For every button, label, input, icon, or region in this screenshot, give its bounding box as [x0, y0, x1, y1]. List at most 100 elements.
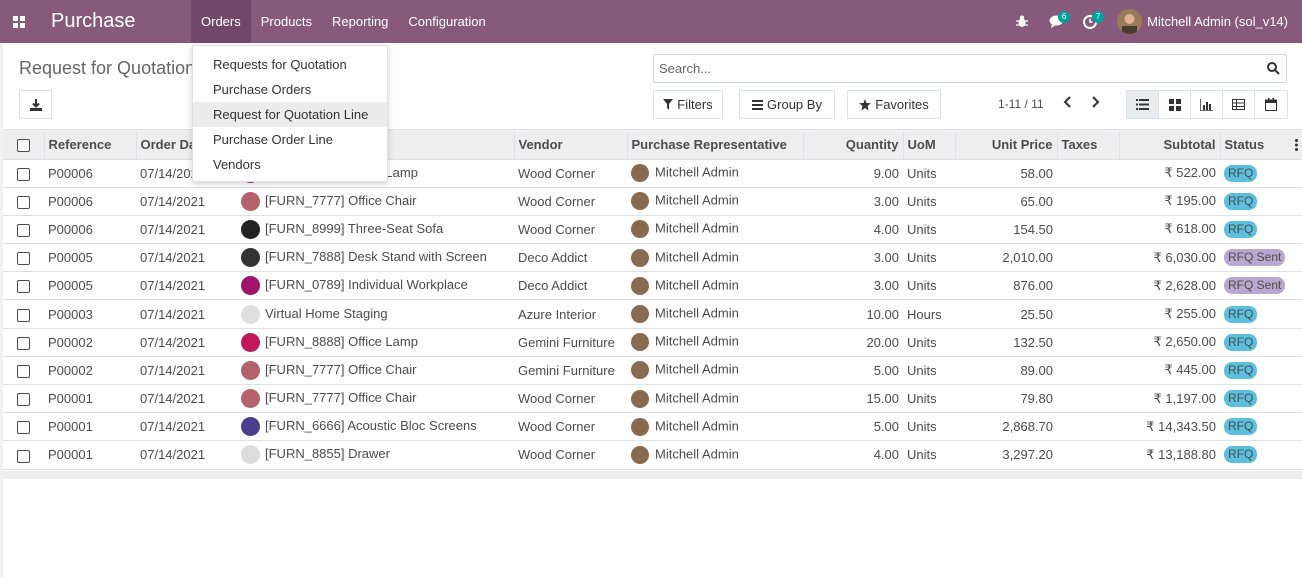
- row-checkbox[interactable]: [17, 336, 30, 350]
- subtotal-cell: ₹ 13,188.80: [1119, 440, 1220, 470]
- column-header-quantity[interactable]: Quantity: [803, 131, 904, 160]
- table-row[interactable]: P00006 07/14/2021 [FURN_7777] Office Chair…: [3, 187, 1302, 216]
- dropdown-item-rfq-line[interactable]: Request for Quotation Line: [193, 102, 387, 127]
- row-checkbox[interactable]: [17, 393, 30, 407]
- row-checkbox[interactable]: [17, 224, 30, 237]
- user-menu[interactable]: Mitchell Admin (sol_v14): [1107, 0, 1302, 43]
- calendar-icon: [1265, 98, 1277, 111]
- dropdown-item-requests-for-quotation[interactable]: Requests for Quotation: [193, 52, 387, 77]
- column-header-uom[interactable]: UoM: [903, 131, 956, 160]
- column-header-vendor[interactable]: Vendor: [514, 131, 628, 160]
- row-checkbox[interactable]: [17, 167, 30, 181]
- product-name: [FURN_0789] Individual Workplace: [265, 277, 468, 293]
- debug-bug-icon[interactable]: [1005, 0, 1039, 43]
- pager-next-icon[interactable]: [1090, 95, 1100, 109]
- menu-reporting[interactable]: Reporting: [322, 0, 398, 43]
- row-checkbox[interactable]: [17, 364, 30, 378]
- row-checkbox[interactable]: [17, 421, 30, 435]
- vendor-cell: Gemini Furniture: [514, 328, 627, 357]
- row-select-cell[interactable]: [3, 440, 44, 470]
- table-row[interactable]: P00003 07/14/2021 Virtual Home Staging Azur…: [3, 299, 1302, 329]
- taxes-cell: [1057, 187, 1119, 216]
- row-select-cell[interactable]: [3, 384, 44, 414]
- row-checkbox[interactable]: [17, 449, 30, 463]
- column-header-status[interactable]: Status: [1220, 131, 1302, 160]
- quantity-cell: 3.00: [803, 271, 903, 301]
- row-select-cell[interactable]: [3, 187, 44, 216]
- table-row[interactable]: P00001 07/14/2021 [FURN_7777] Office Chair…: [3, 384, 1302, 414]
- calendar-view-button[interactable]: [1255, 91, 1287, 118]
- filters-button[interactable]: Filters: [653, 90, 723, 119]
- pager-value[interactable]: 1-11 / 11: [998, 97, 1044, 111]
- row-select-cell[interactable]: [3, 243, 44, 273]
- status-header-label: Status: [1224, 137, 1265, 153]
- optional-columns-icon[interactable]: [1294, 139, 1298, 151]
- menu-configuration[interactable]: Configuration: [398, 0, 495, 43]
- export-button[interactable]: [19, 90, 52, 119]
- table-row[interactable]: P00001 07/14/2021 [FURN_6666] Acoustic Blo…: [3, 412, 1302, 442]
- product-image: [241, 417, 260, 437]
- select-all-header[interactable]: [3, 131, 45, 160]
- app-brand[interactable]: Purchase: [38, 0, 191, 43]
- status-cell: RFQ: [1220, 215, 1302, 245]
- representative-cell: Mitchell Admin: [627, 187, 803, 216]
- row-select-cell[interactable]: [3, 412, 44, 442]
- table-row[interactable]: P00005 07/14/2021 [FURN_7888] Desk Stand w…: [3, 243, 1302, 273]
- row-select-cell[interactable]: [3, 356, 44, 386]
- row-checkbox[interactable]: [17, 308, 30, 322]
- activities-clock-icon[interactable]: 7: [1073, 0, 1107, 43]
- row-select-cell[interactable]: [3, 299, 44, 329]
- table-row[interactable]: P00002 07/14/2021 [FURN_7777] Office Chair…: [3, 356, 1302, 386]
- table-row[interactable]: P00005 07/14/2021 [FURN_0789] Individual W…: [3, 271, 1302, 301]
- representative-cell: Mitchell Admin: [627, 384, 803, 414]
- list-view-button[interactable]: [1127, 91, 1159, 118]
- product-image: [241, 445, 260, 465]
- dropdown-item-vendors[interactable]: Vendors: [193, 152, 387, 177]
- group-by-button[interactable]: Group By: [739, 90, 835, 119]
- reference-cell: P00001: [44, 384, 136, 414]
- row-select-cell[interactable]: [3, 328, 44, 357]
- column-header-taxes[interactable]: Taxes: [1057, 131, 1120, 160]
- column-header-reference[interactable]: Reference: [44, 131, 137, 160]
- messages-icon[interactable]: 6: [1039, 0, 1073, 43]
- uom-cell: Units: [903, 412, 955, 442]
- pivot-view-button[interactable]: [1223, 91, 1255, 118]
- graph-view-button[interactable]: [1191, 91, 1223, 118]
- row-select-cell[interactable]: [3, 215, 44, 245]
- column-header-subtotal[interactable]: Subtotal: [1119, 131, 1221, 160]
- column-header-unit-price[interactable]: Unit Price: [955, 131, 1058, 160]
- taxes-cell: [1057, 440, 1119, 470]
- product-image: [241, 248, 260, 268]
- dropdown-item-purchase-order-line[interactable]: Purchase Order Line: [193, 127, 387, 152]
- dropdown-item-purchase-orders[interactable]: Purchase Orders: [193, 77, 387, 102]
- row-select-cell[interactable]: [3, 159, 44, 188]
- unit-price-cell: 2,010.00: [955, 243, 1057, 273]
- row-checkbox[interactable]: [17, 280, 30, 294]
- product-cell: [FURN_6666] Acoustic Bloc Screens: [237, 412, 514, 442]
- select-all-checkbox[interactable]: [16, 139, 30, 153]
- vendor-cell: Wood Corner: [514, 440, 627, 470]
- messages-count-badge: 6: [1058, 11, 1071, 23]
- subtotal-cell: ₹ 255.00: [1119, 299, 1220, 329]
- search-input[interactable]: [659, 61, 1219, 76]
- row-checkbox[interactable]: [17, 252, 30, 266]
- unit-price-cell: 89.00: [955, 356, 1057, 386]
- uom-cell: Units: [903, 328, 955, 357]
- menu-products[interactable]: Products: [251, 0, 322, 43]
- row-select-cell[interactable]: [3, 271, 44, 301]
- table-row[interactable]: P00001 07/14/2021 [FURN_8855] Drawer Wood C…: [3, 440, 1302, 470]
- uom-cell: Units: [903, 187, 955, 216]
- table-row[interactable]: P00002 07/14/2021 [FURN_8888] Office Lamp G…: [3, 328, 1302, 357]
- pager-previous-icon[interactable]: [1063, 95, 1073, 109]
- row-checkbox[interactable]: [17, 195, 30, 209]
- product-name: [FURN_7777] Office Chair: [265, 361, 417, 377]
- menu-orders[interactable]: Orders: [191, 0, 251, 43]
- product-image: [241, 219, 260, 239]
- column-header-representative[interactable]: Purchase Representative: [627, 131, 804, 160]
- table-row[interactable]: P00006 07/14/2021 [FURN_8999] Three-Seat S…: [3, 215, 1302, 245]
- kanban-view-button[interactable]: [1159, 91, 1191, 118]
- top-navbar: Purchase Orders Products Reporting Confi…: [0, 0, 1302, 43]
- apps-menu-icon[interactable]: [0, 0, 38, 43]
- favorites-button[interactable]: Favorites: [847, 90, 941, 119]
- representative-avatar: [631, 164, 649, 183]
